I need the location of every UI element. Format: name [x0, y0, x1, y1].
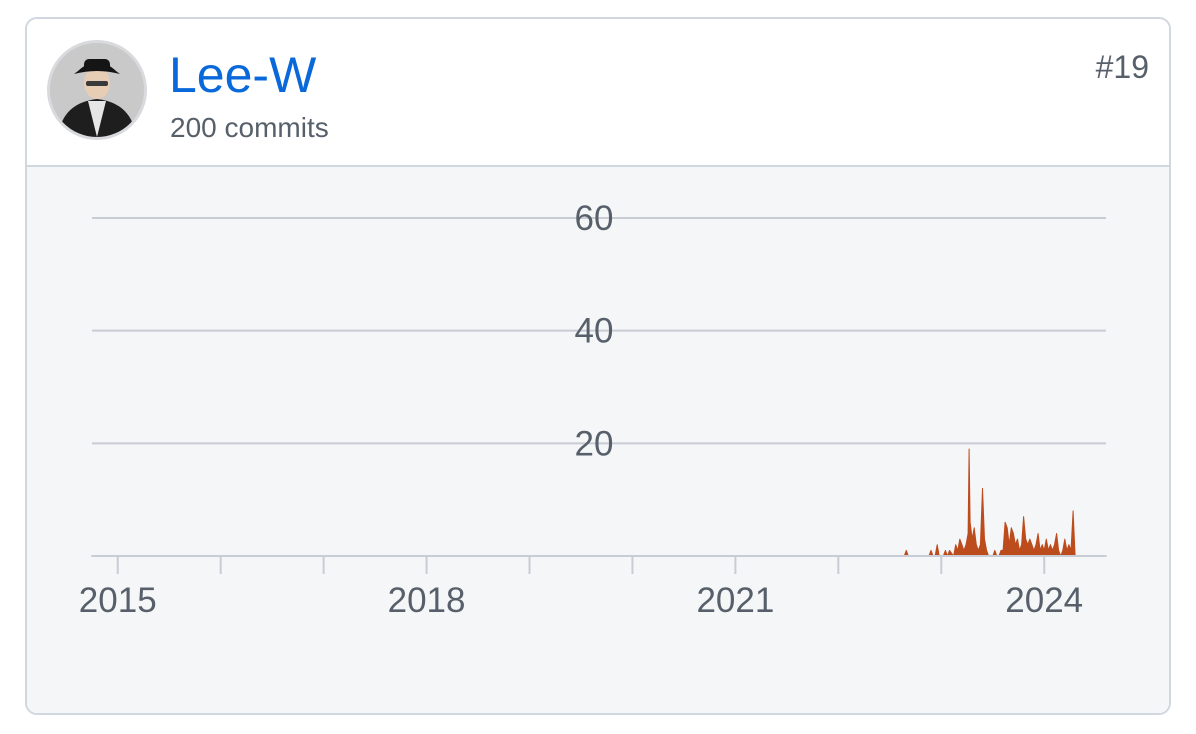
y-tick-label-40: 40 [575, 312, 614, 351]
contributor-header: Lee-W 200 commits #19 [27, 19, 1169, 167]
x-tick-label-2018: 2018 [388, 581, 466, 620]
avatar[interactable] [47, 40, 147, 140]
chart-svg: 20 40 60 2015 2018 2021 2024 [79, 199, 1107, 620]
contributor-rank: #19 [1095, 49, 1149, 85]
commit-activity-chart: 20 40 60 2015 2018 2021 2024 [27, 167, 1169, 713]
commit-area-series-0 [91, 448, 1107, 557]
y-tick-label-20: 20 [575, 424, 614, 463]
contributor-card: Lee-W 200 commits #19 20 40 60 2015 2018 2021… [25, 17, 1171, 715]
x-tick-label-2021: 2021 [696, 581, 774, 620]
area-layer [91, 448, 1107, 557]
commit-count[interactable]: 200 commits [170, 111, 329, 145]
avatar-image [50, 43, 144, 137]
y-tick-label-60: 60 [575, 199, 614, 238]
x-tick-label-2024: 2024 [1005, 581, 1083, 620]
axis-layer: 20 40 60 2015 2018 2021 2024 [79, 199, 1106, 620]
x-tick-label-2015: 2015 [79, 581, 157, 620]
contributor-name-link[interactable]: Lee-W [169, 47, 316, 103]
